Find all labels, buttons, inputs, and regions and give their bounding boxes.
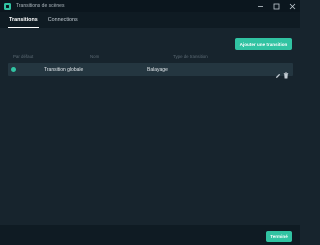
done-button[interactable]: Terminé [266, 231, 292, 242]
window-title: Transitions de scènes [16, 3, 65, 9]
table-header: Par défaut Nom Type de transition [8, 52, 292, 62]
close-icon[interactable] [289, 3, 296, 10]
minimize-icon[interactable] [257, 3, 264, 10]
transition-type: Balayage [147, 66, 168, 73]
tab-transitions[interactable]: Transitions [4, 12, 43, 28]
tab-bar: Transitions Connections [0, 12, 300, 28]
app-logo-icon [4, 2, 11, 10]
tab-connections[interactable]: Connections [43, 12, 83, 28]
title-bar: Transitions de scènes [0, 0, 300, 12]
column-header-name: Nom [90, 54, 100, 59]
default-indicator-icon[interactable] [11, 67, 16, 72]
add-transition-button[interactable]: Ajouter une transition [235, 38, 292, 50]
table-row[interactable]: Transition globale Balayage [8, 63, 293, 79]
footer-bar: Terminé [0, 225, 300, 245]
pencil-icon[interactable] [275, 66, 281, 78]
column-header-default: Par défaut [13, 54, 34, 59]
column-header-type: Type de transition [173, 54, 208, 59]
trash-icon[interactable] [283, 66, 289, 79]
window-controls [257, 0, 296, 12]
maximize-icon[interactable] [273, 3, 280, 10]
transition-name: Transition globale [44, 66, 84, 73]
